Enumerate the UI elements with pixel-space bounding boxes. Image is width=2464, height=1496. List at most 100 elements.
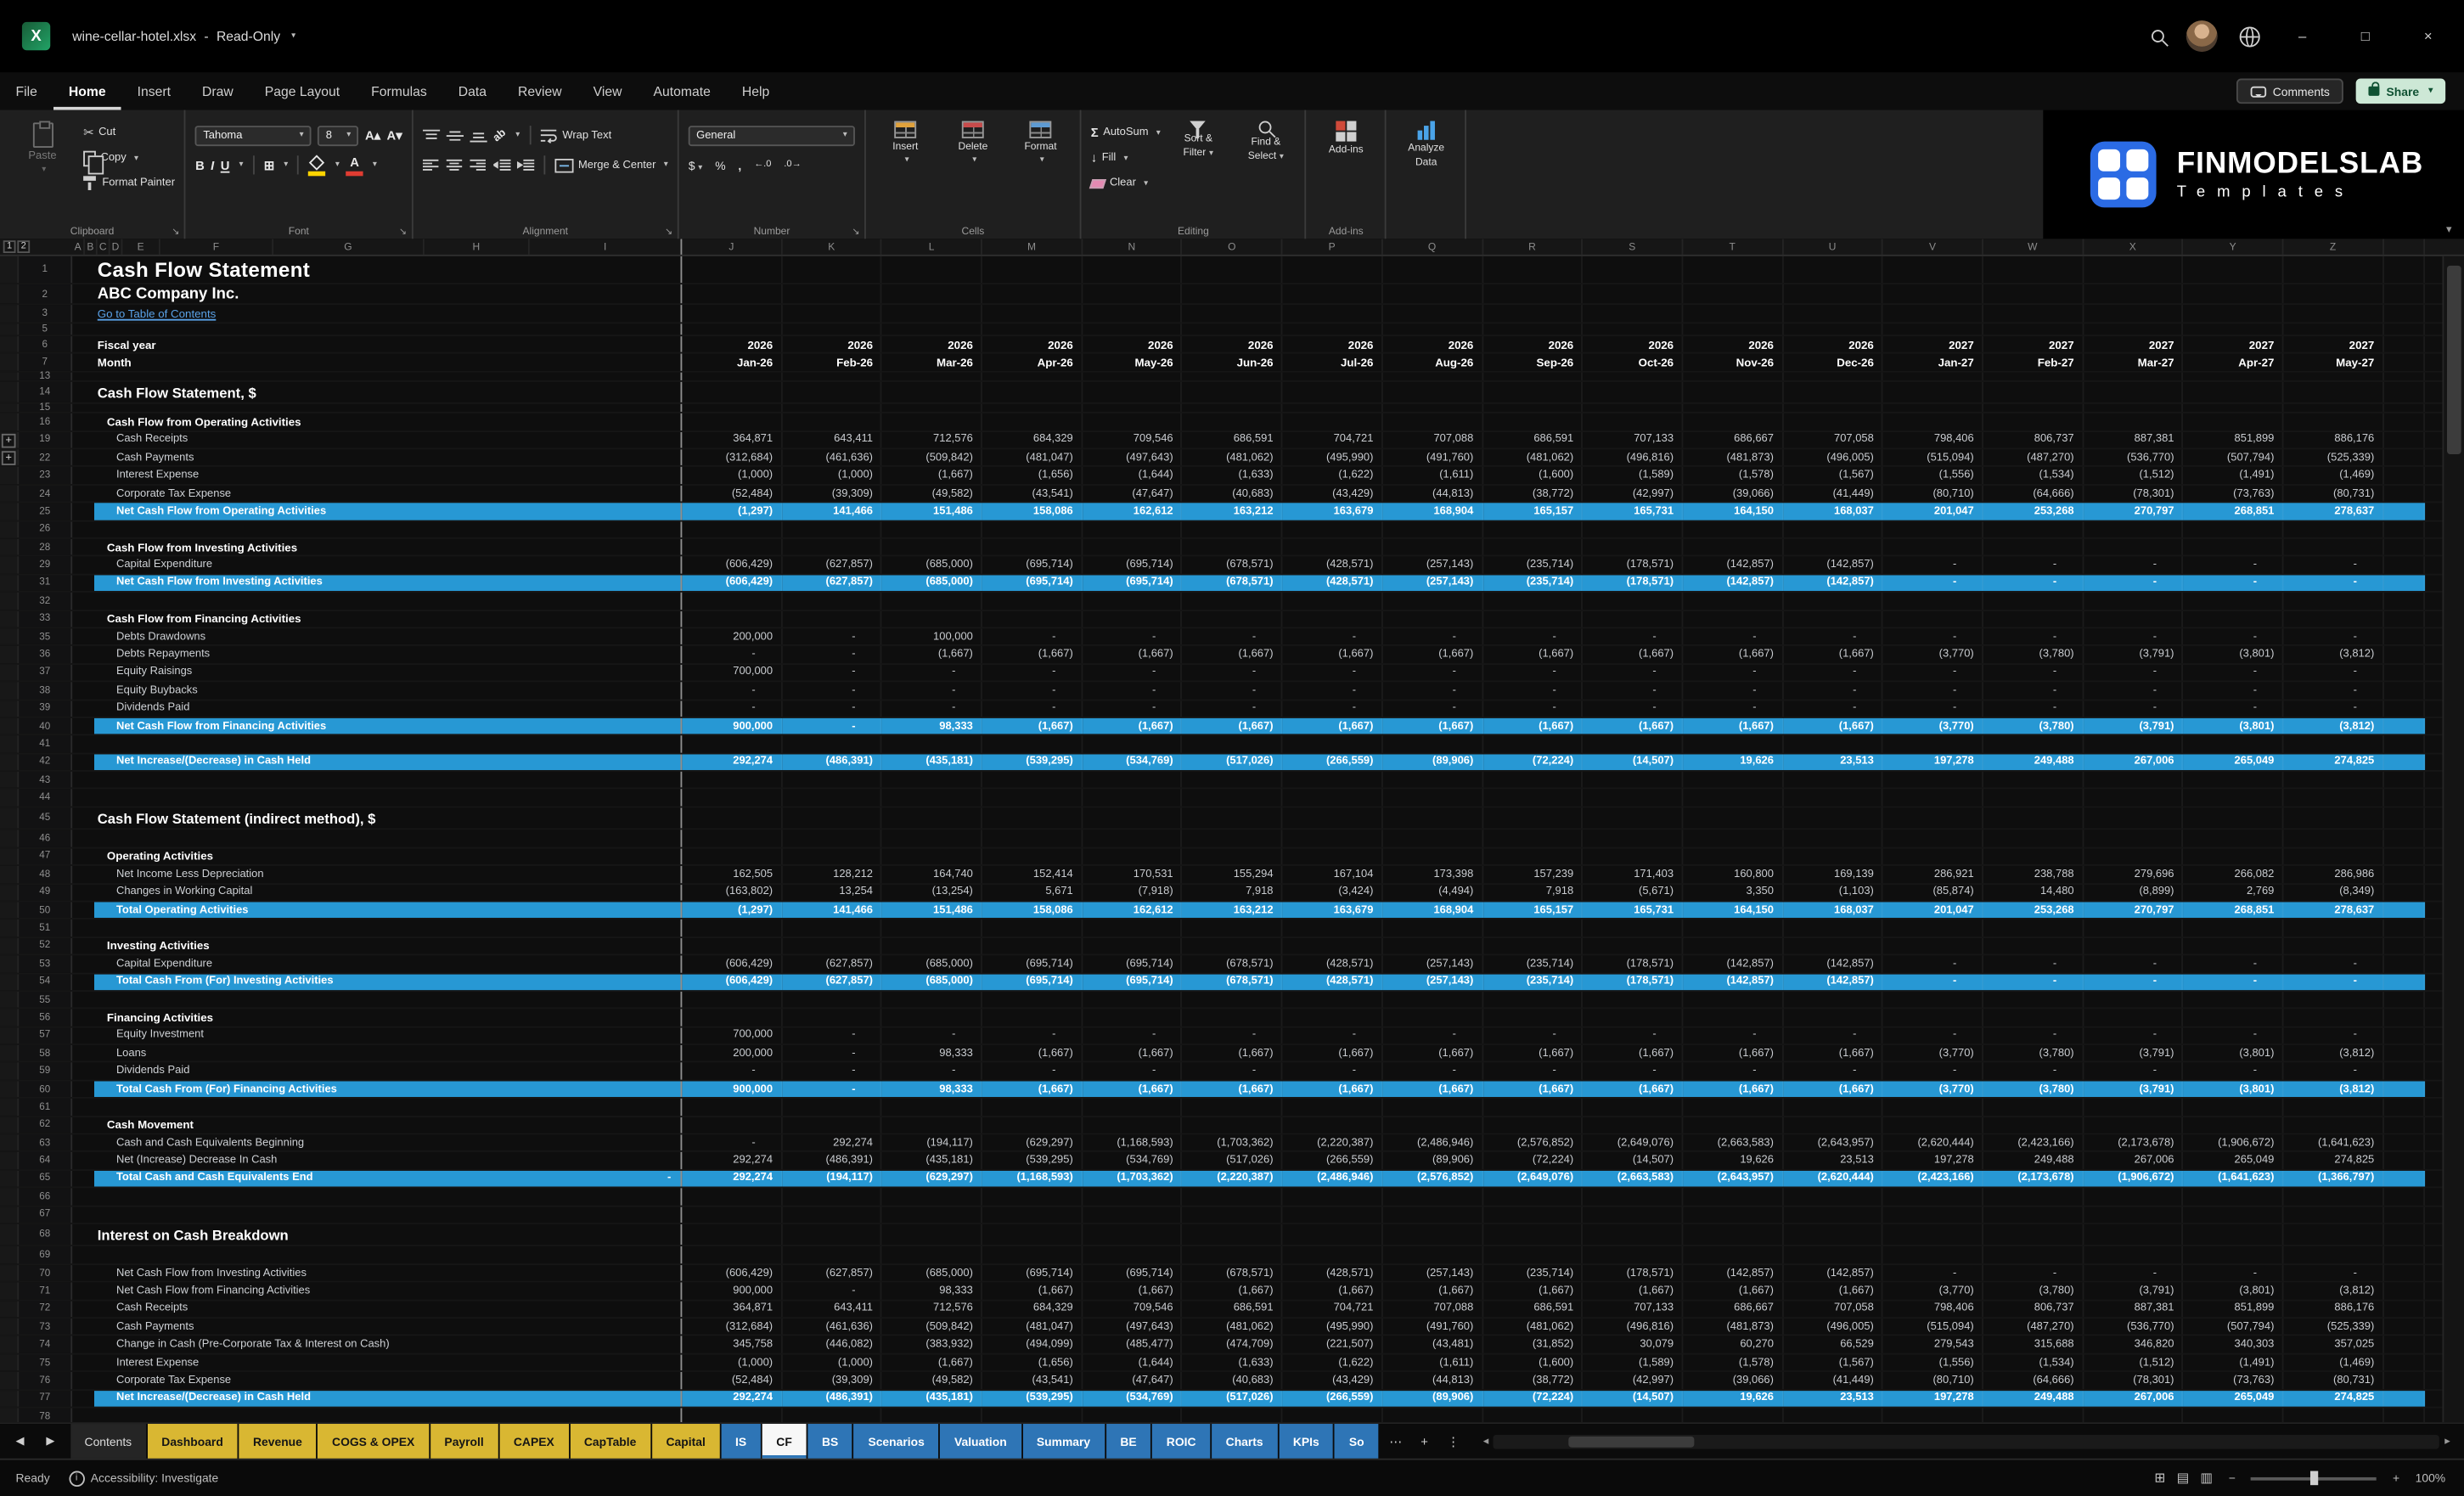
cell[interactable]: 98,333: [882, 718, 982, 734]
cell[interactable]: [1983, 790, 2084, 806]
cell[interactable]: [1883, 992, 1983, 1008]
cell[interactable]: [2284, 372, 2384, 380]
cell[interactable]: (1,703,362): [1183, 1134, 1283, 1150]
cell[interactable]: 686,591: [1482, 1301, 1583, 1317]
cell[interactable]: [982, 323, 1083, 335]
cell[interactable]: 643,411: [782, 1301, 882, 1317]
cell[interactable]: (3,801): [2184, 646, 2284, 662]
cell[interactable]: 2027: [1883, 336, 1983, 352]
cell[interactable]: Jun-26: [1183, 354, 1283, 370]
cell[interactable]: -: [1783, 665, 1883, 681]
cell[interactable]: [2084, 848, 2184, 864]
cell[interactable]: (72,224): [1482, 754, 1583, 770]
cell[interactable]: [1383, 593, 1483, 609]
cell[interactable]: (178,571): [1583, 557, 1683, 573]
cell[interactable]: [982, 284, 1083, 303]
column-header-V[interactable]: V: [1883, 239, 1983, 255]
cell[interactable]: 155,294: [1183, 866, 1283, 882]
cell[interactable]: (496,005): [1783, 1319, 1883, 1335]
cell[interactable]: [1583, 521, 1683, 537]
cell[interactable]: [1883, 305, 1983, 322]
cell[interactable]: [1482, 772, 1583, 788]
cell[interactable]: 267,006: [2084, 1153, 2184, 1169]
font-name-select[interactable]: Tahoma▾: [195, 125, 312, 145]
cell[interactable]: [1183, 305, 1283, 322]
cell[interactable]: -: [1283, 665, 1383, 681]
cell[interactable]: [1883, 539, 1983, 555]
cell[interactable]: [2284, 1206, 2384, 1223]
cell[interactable]: 3,350: [1683, 884, 1783, 900]
more-sheets-button[interactable]: ⋯: [1380, 1424, 1411, 1459]
find-select-button[interactable]: Find &Select▾: [1236, 116, 1296, 164]
cell[interactable]: [1783, 1116, 1883, 1133]
row-label-area[interactable]: ABC Company Inc.: [72, 284, 682, 303]
cell[interactable]: [1883, 830, 1983, 846]
cell[interactable]: [1083, 772, 1183, 788]
cell[interactable]: [1083, 1116, 1183, 1133]
cell[interactable]: (1,297): [682, 902, 782, 918]
zoom-slider-thumb[interactable]: [2311, 1471, 2319, 1486]
row-header-48[interactable]: 48: [19, 866, 72, 882]
cell[interactable]: [1482, 938, 1583, 954]
hscroll-right-icon[interactable]: ▸: [2440, 1435, 2456, 1448]
cell[interactable]: [1283, 830, 1383, 846]
cell[interactable]: (1,906,672): [2084, 1171, 2184, 1187]
cell[interactable]: (194,117): [782, 1171, 882, 1187]
column-header-J[interactable]: J: [682, 239, 782, 255]
sheet-tab-capital[interactable]: Capital: [652, 1424, 720, 1459]
row-header-54[interactable]: 54: [19, 974, 72, 990]
cell[interactable]: 164,150: [1683, 503, 1783, 520]
menu-tab-formulas[interactable]: Formulas: [356, 72, 443, 110]
cell[interactable]: (534,769): [1083, 1390, 1183, 1406]
cell[interactable]: [1883, 284, 1983, 303]
cell[interactable]: (507,794): [2184, 1319, 2284, 1335]
cell[interactable]: [2184, 372, 2284, 380]
cell[interactable]: [782, 1408, 882, 1422]
row-label-area[interactable]: Cash Flow from Operating Activities: [72, 413, 682, 430]
row-label-area[interactable]: Debts Drawdowns: [72, 628, 682, 644]
cell[interactable]: 346,820: [2084, 1336, 2184, 1353]
cell[interactable]: -: [1883, 665, 1983, 681]
cell[interactable]: [982, 807, 1083, 829]
cell[interactable]: May-26: [1083, 354, 1183, 370]
cell[interactable]: [1482, 1189, 1583, 1205]
cell[interactable]: (312,684): [682, 1319, 782, 1335]
cell[interactable]: 279,696: [2084, 866, 2184, 882]
cell[interactable]: 2027: [2084, 336, 2184, 352]
cell[interactable]: 7,918: [1482, 884, 1583, 900]
cell[interactable]: 2026: [1683, 336, 1783, 352]
cell[interactable]: (1,667): [1283, 646, 1383, 662]
cell[interactable]: 700,000: [682, 665, 782, 681]
cell[interactable]: 160,800: [1683, 866, 1783, 882]
cell[interactable]: [1783, 323, 1883, 335]
cell[interactable]: [1383, 920, 1483, 936]
cell[interactable]: (461,636): [782, 450, 882, 466]
cell[interactable]: 886,176: [2284, 1301, 2384, 1317]
cell[interactable]: [2084, 284, 2184, 303]
cell[interactable]: [1283, 1010, 1383, 1026]
cell[interactable]: (2,423,166): [1983, 1134, 2084, 1150]
cell[interactable]: [1983, 413, 2084, 430]
cell[interactable]: (1,667): [882, 646, 982, 662]
cell[interactable]: [1283, 610, 1383, 627]
cell[interactable]: 267,006: [2084, 754, 2184, 770]
cell[interactable]: [1583, 323, 1683, 335]
row-header-2[interactable]: 2: [19, 284, 72, 303]
cell[interactable]: (1,000): [682, 1354, 782, 1370]
cell[interactable]: [982, 256, 1083, 283]
cell[interactable]: 168,037: [1783, 902, 1883, 918]
cell[interactable]: -: [2084, 1027, 2184, 1043]
cell[interactable]: (494,099): [982, 1336, 1083, 1353]
row-header-59[interactable]: 59: [19, 1063, 72, 1079]
cell[interactable]: [1583, 284, 1683, 303]
cell[interactable]: [2284, 284, 2384, 303]
cell[interactable]: [682, 938, 782, 954]
cell[interactable]: 168,904: [1383, 503, 1483, 520]
cell[interactable]: (31,852): [1482, 1336, 1583, 1353]
cell[interactable]: [1083, 521, 1183, 537]
cell[interactable]: (142,857): [1783, 1265, 1883, 1281]
outline-expand-button[interactable]: +: [2, 451, 16, 465]
cell[interactable]: (474,709): [1183, 1336, 1283, 1353]
cell[interactable]: [2084, 992, 2184, 1008]
cell[interactable]: [1883, 1408, 1983, 1422]
